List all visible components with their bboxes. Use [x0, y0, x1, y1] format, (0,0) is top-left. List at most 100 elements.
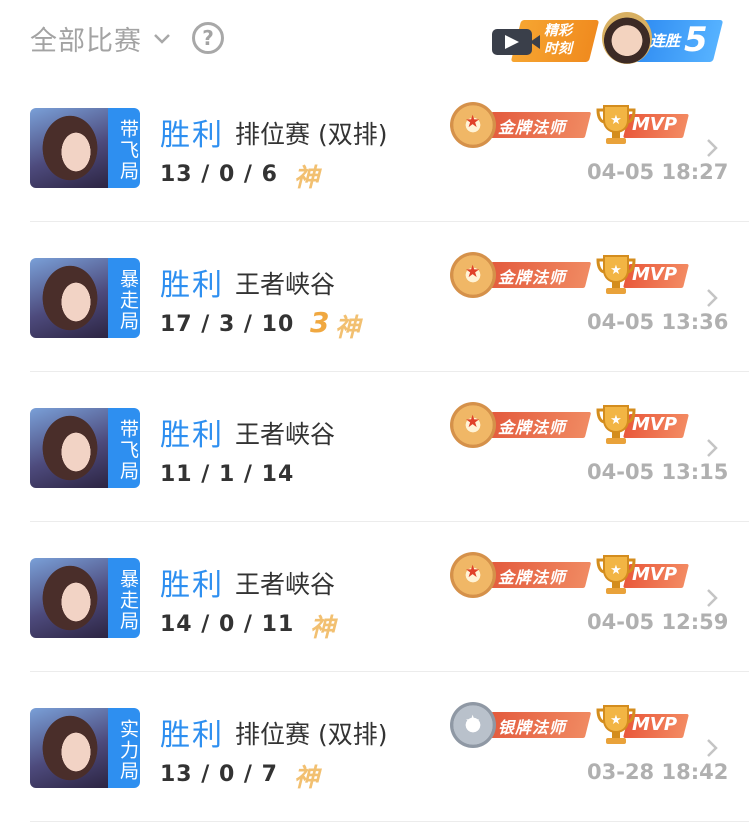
match-tag-badge: 暴走局 — [108, 258, 140, 338]
multikill-count: 3 — [310, 306, 330, 339]
streak-count: 5 — [684, 20, 708, 60]
hero-portrait — [30, 258, 112, 338]
hero-thumbnail: 暴走局 — [30, 258, 140, 338]
match-row[interactable]: 带飞局 胜利 王者峡谷 11 / 1 / 14 ★ 金牌法师 ★ MVP 04-… — [0, 372, 749, 522]
hero-portrait — [30, 558, 112, 638]
game-mode: 王者峡谷 — [235, 420, 336, 449]
star-icon: ★ — [465, 562, 481, 582]
game-mode: 王者峡谷 — [235, 270, 336, 299]
chevron-right-icon — [707, 589, 718, 607]
match-tag-badge: 带飞局 — [108, 108, 140, 188]
hero-thumbnail: 带飞局 — [30, 408, 140, 488]
help-mark: ? — [202, 26, 214, 50]
match-tag-badge: 带飞局 — [108, 408, 140, 488]
chevron-right-icon — [707, 139, 718, 157]
medal-icon: ★ — [450, 102, 496, 148]
medal-badge: ★ 金牌法师 — [450, 252, 592, 298]
match-time: 04-05 13:36 — [587, 310, 729, 334]
question-circle-icon[interactable]: ? — [192, 22, 224, 54]
medal-badge: ★ 金牌法师 — [450, 402, 592, 448]
star-icon: ★ — [465, 262, 481, 282]
trophy-icon: ★ — [596, 255, 636, 294]
avatar — [602, 12, 652, 64]
win-streak-badge[interactable]: 连胜 5 — [602, 12, 724, 64]
medal-badge: ★ 金牌法师 — [450, 102, 592, 148]
kda-score: 11 / 1 / 14 — [160, 462, 295, 487]
match-tag-badge: 暴走局 — [108, 558, 140, 638]
header: 全部比赛 ? 精彩 时刻 连胜 5 — [0, 0, 749, 80]
medal-label: 金牌法师 — [498, 118, 567, 137]
medal-badge: ★ 银牌法师 — [450, 702, 592, 748]
svg-text:★: ★ — [610, 113, 622, 128]
hero-thumbnail: 实力局 — [30, 708, 140, 788]
hero-portrait — [30, 408, 112, 488]
mvp-badge: ★ MVP — [596, 402, 690, 448]
hero-portrait — [30, 708, 112, 788]
video-camera-icon — [492, 29, 540, 55]
kda-score: 13 / 0 / 7 — [160, 762, 278, 787]
match-row[interactable]: 带飞局 胜利 排位赛 (双排) 13 / 0 / 6 神 ★ 金牌法师 ★ MV… — [0, 72, 749, 222]
row-divider — [30, 821, 749, 822]
medal-icon: ★ — [450, 702, 496, 748]
match-result: 胜利 — [160, 718, 224, 753]
trophy-icon: ★ — [596, 705, 636, 744]
svg-text:★: ★ — [610, 563, 622, 578]
star-icon: ★ — [465, 112, 481, 132]
svg-text:★: ★ — [610, 713, 622, 728]
kda-score: 14 / 0 / 11 — [160, 612, 295, 637]
medal-badge: ★ 金牌法师 — [450, 552, 592, 598]
medal-label: 金牌法师 — [498, 268, 567, 287]
mvp-label: MVP — [632, 414, 678, 435]
trophy-icon: ★ — [596, 405, 636, 444]
trophy-icon: ★ — [596, 105, 636, 144]
medal-icon: ★ — [450, 252, 496, 298]
match-time: 04-05 18:27 — [587, 160, 729, 184]
match-time: 03-28 18:42 — [587, 760, 729, 784]
match-result: 胜利 — [160, 568, 224, 603]
game-mode: 排位赛 (双排) — [235, 120, 388, 149]
mvp-label: MVP — [632, 264, 678, 285]
medal-icon: ★ — [450, 402, 496, 448]
hero-thumbnail: 暴走局 — [30, 558, 140, 638]
medal-label: 银牌法师 — [498, 718, 567, 737]
mvp-badge: ★ MVP — [596, 552, 690, 598]
match-result: 胜利 — [160, 268, 224, 303]
match-time: 04-05 13:15 — [587, 460, 729, 484]
hero-portrait — [30, 108, 112, 188]
chevron-right-icon — [707, 739, 718, 757]
godlike-badge: 神 — [310, 613, 336, 642]
match-result: 胜利 — [160, 418, 224, 453]
match-filter-dropdown[interactable]: 全部比赛 — [30, 20, 172, 57]
match-time: 04-05 12:59 — [587, 610, 729, 634]
match-row[interactable]: 暴走局 胜利 王者峡谷 17 / 3 / 10 3 神 ★ 金牌法师 ★ MVP… — [0, 222, 749, 372]
kda-score: 13 / 0 / 6 — [160, 162, 278, 187]
game-mode: 王者峡谷 — [235, 570, 336, 599]
chevron-right-icon — [707, 439, 718, 457]
godlike-badge: 神 — [294, 763, 320, 792]
medal-label: 金牌法师 — [498, 568, 567, 587]
godlike-badge: 神 — [294, 163, 320, 192]
chevron-down-icon — [154, 34, 170, 44]
match-result: 胜利 — [160, 118, 224, 153]
streak-label: 连胜 — [650, 32, 681, 50]
filter-label: 全部比赛 — [30, 25, 142, 57]
highlight-moments-button[interactable]: 精彩 时刻 — [492, 20, 600, 62]
kda-score: 17 / 3 / 10 — [160, 312, 295, 337]
star-icon: ★ — [465, 412, 481, 432]
match-row[interactable]: 实力局 胜利 排位赛 (双排) 13 / 0 / 7 神 ★ 银牌法师 ★ MV… — [0, 672, 749, 822]
svg-text:★: ★ — [610, 413, 622, 428]
mvp-label: MVP — [632, 564, 678, 585]
medal-label: 金牌法师 — [498, 418, 567, 437]
mvp-label: MVP — [632, 114, 678, 135]
star-icon: ★ — [465, 712, 481, 732]
match-row[interactable]: 暴走局 胜利 王者峡谷 14 / 0 / 11 神 ★ 金牌法师 ★ MVP 0… — [0, 522, 749, 672]
mvp-label: MVP — [632, 714, 678, 735]
svg-text:★: ★ — [610, 263, 622, 278]
game-mode: 排位赛 (双排) — [235, 720, 388, 749]
godlike-badge: 神 — [335, 313, 361, 342]
match-tag-badge: 实力局 — [108, 708, 140, 788]
mvp-badge: ★ MVP — [596, 102, 690, 148]
trophy-icon: ★ — [596, 555, 636, 594]
medal-icon: ★ — [450, 552, 496, 598]
mvp-badge: ★ MVP — [596, 252, 690, 298]
